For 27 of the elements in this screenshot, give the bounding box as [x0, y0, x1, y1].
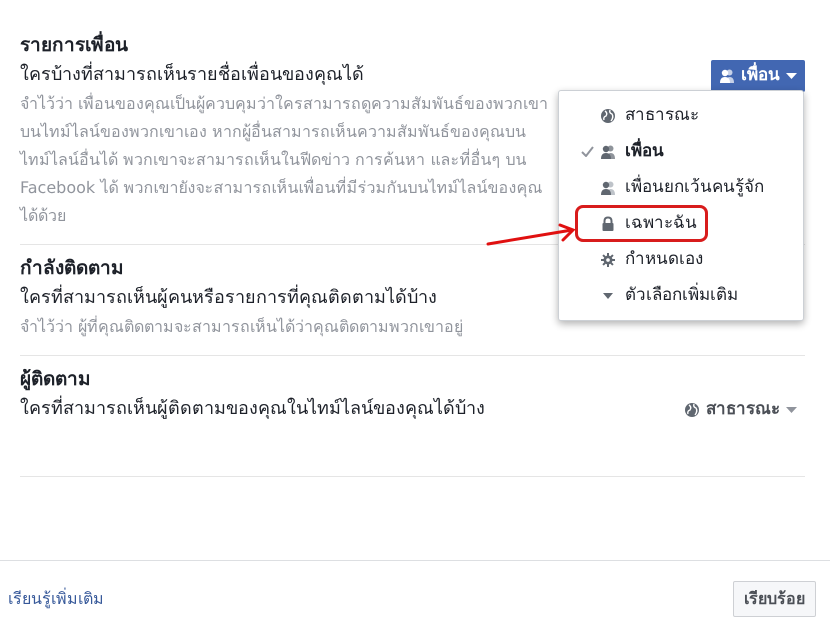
caret-icon — [786, 72, 797, 80]
globe-icon — [600, 108, 616, 124]
lock-icon — [600, 216, 616, 232]
section-title: กำลังติดตาม — [20, 256, 124, 281]
privacy-question: ใครที่สามารถเห็นผู้คนหรือรายการที่คุณติดตามได้บ้าง — [20, 283, 550, 313]
privacy-question: ใครที่สามารถเห็นผู้ติดตามของคุณในไทม์ไลน์ของคุณได้บ้าง — [20, 394, 550, 424]
friends-icon — [600, 144, 616, 160]
menu-option[interactable]: เฉพาะฉัน — [575, 205, 708, 242]
globe-icon — [684, 402, 700, 418]
section-title: รายการเพื่อน — [20, 30, 128, 60]
help-text: จำไว้ว่า ผู้ที่คุณติดตามจะสามารถเห็นได้ว่าคุณติดตามพวกเขาอยู่ — [20, 314, 464, 338]
check-icon — [581, 146, 594, 157]
menu-option[interactable]: เพื่อน — [575, 133, 675, 170]
caret-icon — [786, 406, 797, 414]
audience-selector[interactable]: สาธารณะ — [676, 394, 805, 426]
menu-option[interactable]: ตัวเลือกเพิ่มเติม — [575, 277, 749, 314]
learn-more-link[interactable]: เรียนรู้เพิ่มเติม — [8, 587, 104, 611]
friends-icon — [600, 180, 616, 196]
section-title: ผู้ติดตาม — [20, 367, 91, 392]
menu-option[interactable]: เพื่อนยกเว้นคนรู้จัก — [575, 169, 775, 206]
menu-option[interactable]: กำหนดเอง — [575, 241, 714, 278]
done-button[interactable]: เรียบร้อย — [733, 581, 816, 617]
help-text: จำไว้ว่า เพื่อนของคุณเป็นผู้ควบคุมว่าใครสามารถดูความสัมพันธ์ของพวกเขาบนไทม์ไลน์ของพวกเขาเอง หากผู้อื่นสามารถเห็นความสัมพันธ์ของคุณบนไทม์ไลน์อื่นได้ พวกเขาจะสามารถเห็นในฟีดข่าว การค้นหา และที่อื่นๆ บน Facebook ได้ พวกเขายังจะสามารถเห็นเพื่อนที่มีร่วมกันบนไทม์ไลน์ของคุณได้ด้วย — [20, 92, 550, 227]
audience-selector[interactable]: เพื่อน — [711, 60, 805, 92]
menu-option[interactable]: สาธารณะ — [575, 97, 710, 134]
friends-icon — [719, 68, 735, 84]
privacy-question: ใครบ้างที่สามารถเห็นรายชื่อเพื่อนของคุณได้ — [20, 60, 550, 90]
